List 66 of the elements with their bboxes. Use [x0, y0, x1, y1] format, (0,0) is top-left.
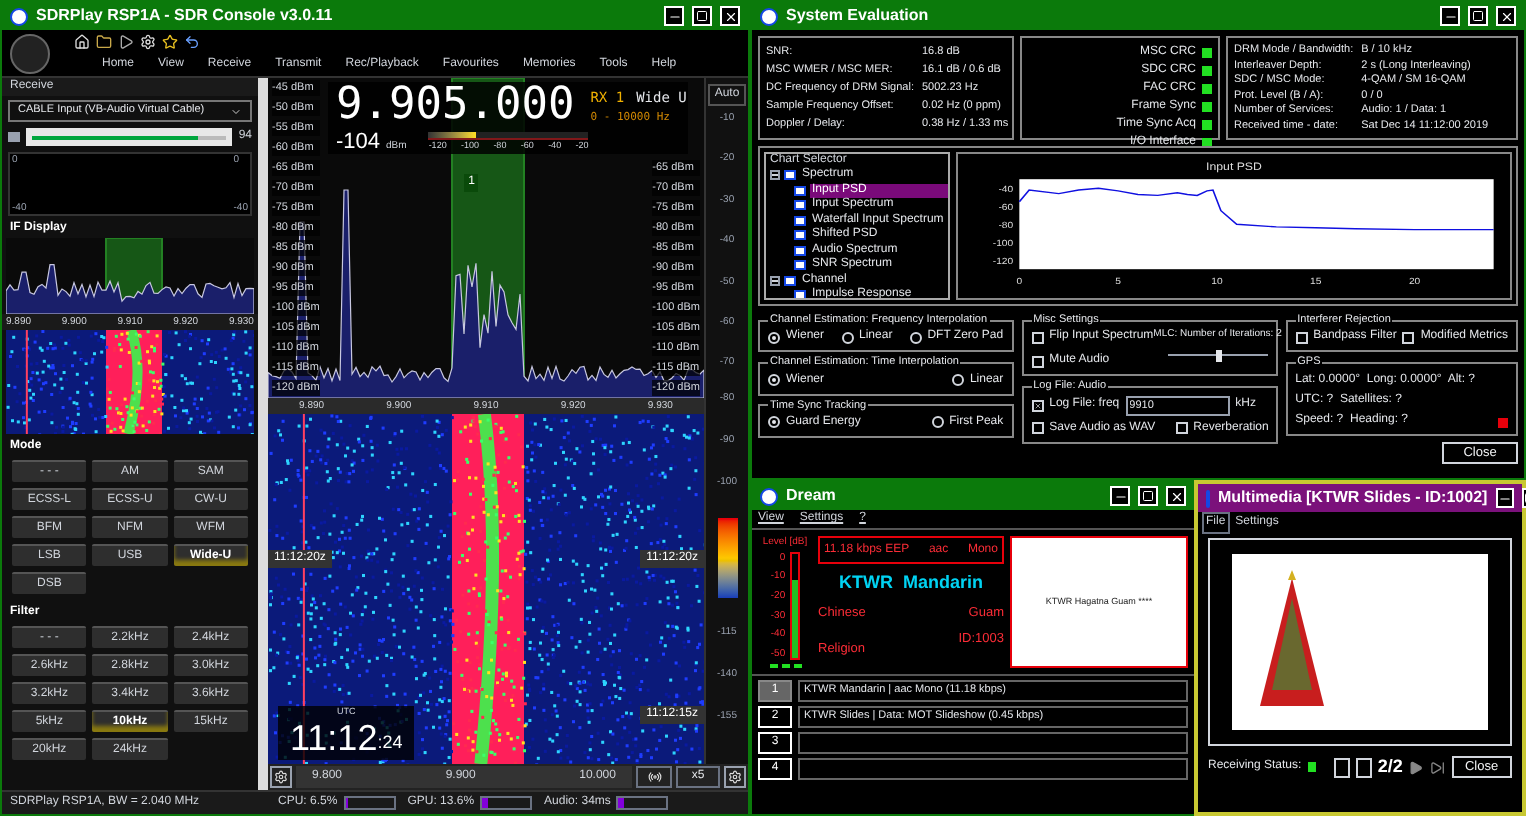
speaker-icon — [8, 132, 20, 142]
checkbox[interactable] — [1031, 331, 1044, 344]
checkbox[interactable] — [1031, 399, 1044, 411]
maximize-icon — [696, 10, 708, 22]
app-icon — [760, 7, 778, 25]
radio-button[interactable] — [909, 331, 922, 344]
app-icon — [760, 487, 778, 505]
radio-button[interactable] — [931, 416, 944, 429]
station-name: KTWR Mandarin — [837, 570, 985, 596]
next-icon[interactable] — [1408, 759, 1424, 776]
checkbox[interactable] — [1031, 422, 1044, 434]
checkbox[interactable] — [1175, 422, 1188, 434]
radio-button[interactable] — [951, 374, 964, 386]
maximize-icon — [1142, 490, 1154, 502]
checkbox[interactable] — [1031, 355, 1044, 368]
radio-button[interactable] — [768, 374, 780, 386]
maximize-button[interactable] — [1138, 486, 1158, 506]
frequency-display: 9.905.000 — [336, 82, 575, 130]
maximize-button[interactable] — [1468, 6, 1488, 26]
radio-button[interactable] — [841, 331, 854, 344]
radio-button[interactable] — [768, 416, 780, 429]
page-counter: 2/2 — [1377, 754, 1403, 780]
receiver-button[interactable] — [636, 766, 672, 788]
checkbox[interactable] — [1295, 331, 1308, 344]
settings-icon[interactable] — [140, 34, 156, 50]
clock-seconds: :24 — [377, 729, 403, 755]
close-icon — [723, 9, 737, 23]
folder-icon[interactable] — [96, 34, 112, 50]
last-icon[interactable] — [1429, 759, 1446, 776]
window-title: SDRPlay RSP1A - SDR Console v3.0.11 — [36, 4, 335, 28]
checkbox[interactable] — [1402, 331, 1415, 344]
app-menu-orb[interactable] — [10, 33, 50, 73]
minimize-button[interactable] — [1495, 488, 1514, 508]
clock-time: 11:12 — [290, 720, 378, 756]
color-scale-bar — [717, 518, 737, 598]
dropdown-caret-icon — [230, 105, 242, 117]
minimize-button[interactable] — [1440, 6, 1460, 26]
play-icon[interactable] — [118, 34, 134, 50]
radio-button[interactable] — [768, 331, 780, 344]
close-button[interactable] — [1496, 6, 1516, 26]
expand-toggle[interactable] — [770, 170, 780, 181]
window-title: Dream — [786, 484, 838, 508]
expand-toggle[interactable] — [770, 275, 780, 286]
home-icon[interactable] — [74, 34, 90, 50]
antenna-icon — [647, 770, 661, 784]
iterations-slider[interactable] — [1167, 349, 1268, 362]
window-title: System Evaluation — [786, 4, 931, 28]
volume-slider[interactable] — [26, 128, 233, 146]
star-icon[interactable] — [162, 34, 178, 50]
close-icon — [1169, 489, 1183, 503]
close-button[interactable] — [720, 6, 740, 26]
minimize-button[interactable] — [664, 6, 684, 26]
maximize-button[interactable] — [692, 6, 712, 26]
signal-level: -104 — [336, 130, 381, 154]
maximize-icon — [1472, 10, 1484, 22]
previous-button[interactable] — [1356, 757, 1372, 778]
app-icon — [10, 7, 28, 25]
close-icon — [1499, 9, 1513, 23]
slider-thumb[interactable] — [1215, 349, 1222, 362]
undo-icon[interactable] — [184, 34, 200, 50]
close-button[interactable] — [1166, 486, 1186, 506]
window-title: Multimedia [KTWR Slides - ID:1002] — [1218, 486, 1488, 510]
minimize-button[interactable] — [1110, 486, 1130, 506]
settings-button[interactable] — [270, 766, 292, 788]
settings-button[interactable] — [724, 766, 746, 788]
first-button[interactable] — [1334, 757, 1351, 778]
